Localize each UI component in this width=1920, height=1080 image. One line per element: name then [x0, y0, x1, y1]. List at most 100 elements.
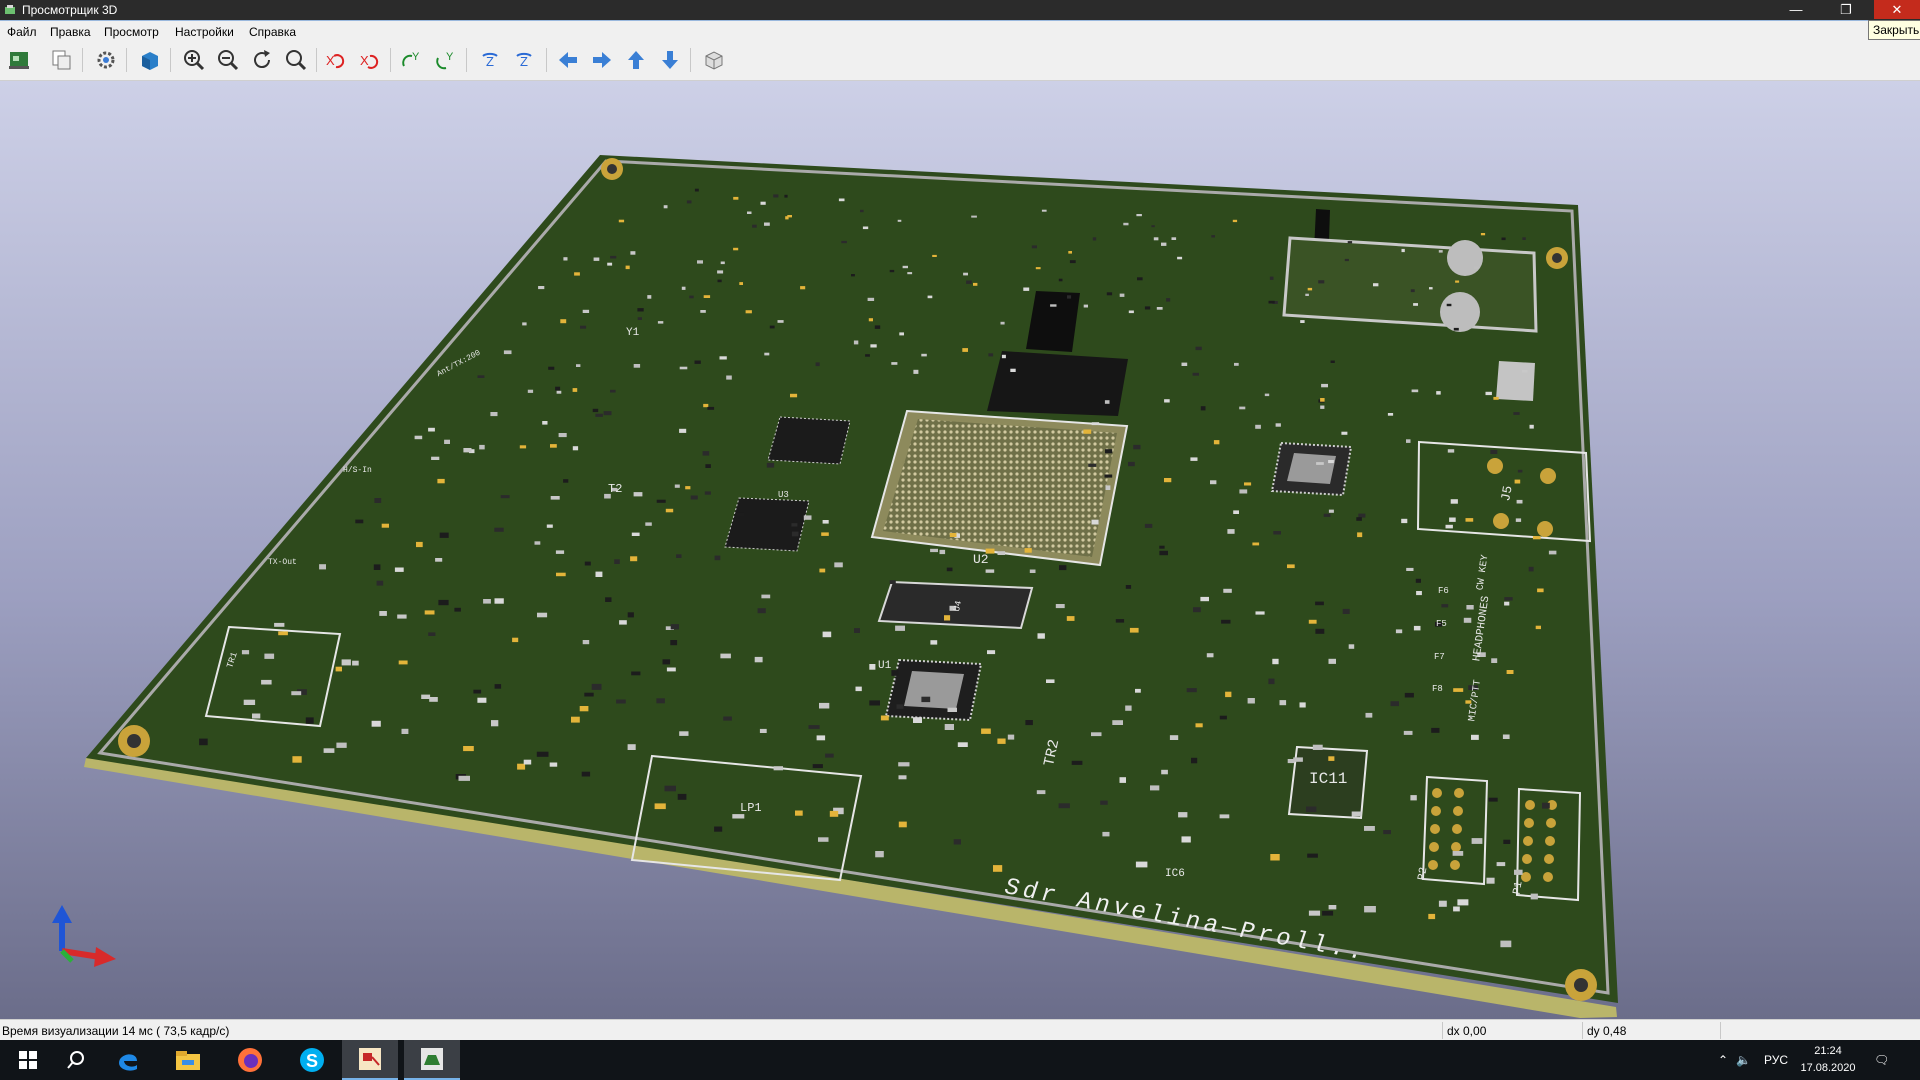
smd-component	[1083, 304, 1088, 308]
silkscreen-p1: P1	[1512, 880, 1526, 895]
pan-up-button[interactable]	[622, 46, 650, 74]
smd-component	[1287, 564, 1295, 569]
rotate-y-ccw-button[interactable]: Y	[432, 46, 460, 74]
minimize-icon: —	[1789, 2, 1803, 17]
smd-component	[1383, 830, 1391, 835]
copy-image-button[interactable]	[48, 46, 76, 74]
smd-component	[1416, 591, 1422, 596]
kicad-pcbnew-button[interactable]	[342, 1040, 398, 1080]
smd-component	[1068, 251, 1072, 254]
smd-component	[662, 659, 671, 665]
rotate-z-cw-button[interactable]: Z	[476, 46, 504, 74]
smd-component	[760, 201, 766, 205]
zoom-in-button[interactable]	[180, 46, 208, 74]
smd-component	[947, 707, 957, 712]
zoom-fit-icon	[286, 50, 307, 71]
smd-component	[875, 851, 884, 858]
smd-component	[1438, 250, 1443, 253]
3d-viewport[interactable]: U2 U1 IC11 TR2 LP1 J5 P2 P1 Y1 T2 TR1 U4…	[0, 81, 1920, 1019]
smd-component	[714, 826, 723, 832]
menu-edit[interactable]: Правка	[50, 25, 91, 39]
smd-component	[1403, 730, 1413, 735]
restore-button[interactable]: ❐	[1830, 0, 1862, 19]
pan-left-button[interactable]	[554, 46, 582, 74]
edge-button[interactable]	[100, 1040, 156, 1080]
pan-down-button[interactable]	[656, 46, 684, 74]
smd-component	[1429, 287, 1433, 290]
smd-component	[1307, 287, 1313, 291]
smd-component	[1306, 806, 1317, 812]
smd-component	[764, 222, 770, 226]
svg-text:Y: Y	[446, 51, 454, 63]
menu-view[interactable]: Просмотр	[104, 25, 159, 39]
smd-component	[1136, 214, 1142, 217]
smd-component	[463, 448, 472, 453]
smd-component	[1436, 391, 1441, 395]
smd-component	[537, 612, 548, 618]
header-pin	[1546, 818, 1556, 828]
copy-image-icon	[52, 50, 71, 70]
smd-component	[1269, 276, 1274, 280]
notifications-icon[interactable]: 🗨	[1874, 1040, 1889, 1080]
pcb-render[interactable]: U2 U1 IC11 TR2 LP1 J5 P2 P1 Y1 T2 TR1 U4…	[0, 81, 1920, 1019]
smd-component	[1491, 658, 1498, 663]
skype-button[interactable]: S	[284, 1040, 340, 1080]
pad	[1537, 521, 1553, 537]
smd-component	[1522, 237, 1526, 240]
search-button[interactable]	[48, 1040, 104, 1080]
smd-component	[1206, 653, 1214, 658]
smd-component	[1344, 258, 1349, 262]
smd-component	[580, 325, 587, 329]
firefox-button[interactable]	[222, 1040, 278, 1080]
smd-component	[808, 725, 820, 729]
status-divider	[1582, 1022, 1583, 1039]
rotate-z-ccw-button[interactable]: Z	[510, 46, 538, 74]
smd-component	[1135, 861, 1148, 868]
pan-right-button[interactable]	[588, 46, 616, 74]
close-button[interactable]: ✕	[1874, 0, 1920, 19]
rotate-x-ccw-button[interactable]: X	[356, 46, 384, 74]
smd-component	[829, 810, 839, 817]
settings-button[interactable]	[92, 46, 120, 74]
rotate-y-cw-button[interactable]: Y	[398, 46, 426, 74]
redraw-button[interactable]	[248, 46, 276, 74]
smd-component	[491, 720, 499, 727]
smd-component	[538, 286, 545, 290]
rotate-x-cw-button[interactable]: X	[322, 46, 350, 74]
smd-component	[1406, 439, 1411, 443]
smd-component	[913, 717, 922, 723]
menu-file[interactable]: Файл	[7, 25, 37, 39]
silkscreen-u3: U3	[778, 490, 789, 500]
mounting-hole	[607, 164, 617, 174]
smd-component	[1504, 601, 1510, 606]
minimize-button[interactable]: —	[1780, 0, 1812, 19]
reload-board-button[interactable]	[6, 46, 34, 74]
tray-chevron-icon[interactable]: ⌃	[1718, 1040, 1728, 1080]
smd-component	[490, 412, 498, 417]
kicad-3d-viewer-button[interactable]	[404, 1040, 460, 1080]
zoom-fit-button[interactable]	[282, 46, 310, 74]
smd-component	[582, 640, 590, 645]
menu-help[interactable]: Справка	[249, 25, 296, 39]
volume-icon[interactable]: 🔈	[1736, 1040, 1751, 1080]
smd-component	[1088, 463, 1097, 467]
smd-component	[1213, 440, 1220, 445]
smd-component	[1528, 566, 1534, 572]
smd-component	[563, 479, 569, 483]
toolbar-separator	[546, 48, 547, 72]
smd-component	[1473, 266, 1479, 269]
zoom-out-button[interactable]	[214, 46, 242, 74]
explorer-button[interactable]	[160, 1040, 216, 1080]
pan-right-icon	[593, 52, 611, 68]
menu-preferences[interactable]: Настройки	[175, 25, 234, 39]
smd-component	[717, 279, 722, 283]
smd-component	[666, 667, 676, 672]
smd-component	[1315, 601, 1324, 606]
toggle-orthographic-button[interactable]	[700, 46, 728, 74]
render-mode-button[interactable]	[136, 46, 164, 74]
redraw-icon	[254, 50, 271, 69]
smd-component	[637, 308, 644, 312]
smd-component	[953, 839, 961, 845]
taskbar-clock[interactable]: 21:24 17.08.2020	[1792, 1043, 1864, 1077]
input-language[interactable]: РУС	[1764, 1040, 1788, 1080]
